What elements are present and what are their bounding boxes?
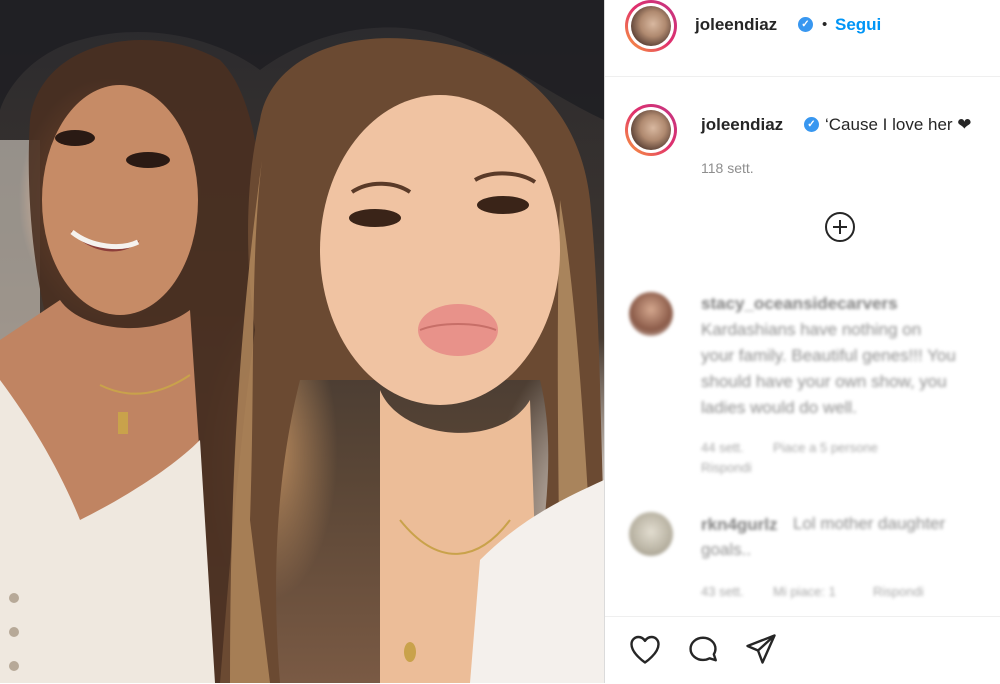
commenter-avatar[interactable] <box>629 512 673 556</box>
commenter-avatar[interactable] <box>629 292 673 336</box>
photo-illustration <box>0 0 604 683</box>
comment-likes[interactable]: Piace a 5 persone <box>773 440 878 455</box>
comment-reply-link[interactable]: Rispondi <box>701 460 752 475</box>
like-button[interactable] <box>627 631 663 667</box>
author-username[interactable]: joleendiaz <box>695 15 777 35</box>
commenter-username[interactable]: rkn4gurlz <box>701 515 778 535</box>
comment-button[interactable] <box>685 631 721 667</box>
caption-verified-badge-icon: ✓ <box>804 117 819 132</box>
follow-button[interactable]: Segui <box>835 15 881 35</box>
post-caption: ‘Cause I love her ❤ <box>825 115 972 134</box>
caption-author-avatar[interactable] <box>625 104 677 156</box>
post-header: joleendiaz ✓ • Segui <box>605 0 1000 77</box>
post-side-panel: joleendiaz ✓ • Segui joleendiaz ✓ ‘Cause… <box>604 0 1000 683</box>
comment-text-line: should have your own show, you <box>701 372 947 391</box>
load-more-comments-button[interactable] <box>825 212 855 242</box>
separator-dot: • <box>822 16 828 33</box>
comment-text-line: ladies would do well. <box>701 398 857 417</box>
comment-likes[interactable]: Mi piace: 1 <box>773 584 836 599</box>
comment-text-line: your family. Beautiful genes!!! You <box>701 346 956 365</box>
heart-icon <box>630 635 660 664</box>
verified-badge-icon: ✓ <box>798 17 813 32</box>
comment-text-line: goals.. <box>701 540 752 559</box>
post-action-bar <box>605 616 1000 684</box>
commenter-username[interactable]: stacy_oceansidecarvers <box>701 294 898 314</box>
comment-text-line: Kardashians have nothing on <box>701 320 922 339</box>
comment-text: Lol mother daughter <box>793 514 946 533</box>
comment-text: Kardashians have nothing on your family.… <box>701 317 1000 421</box>
author-avatar[interactable] <box>625 0 677 52</box>
comment-time: 43 sett. <box>701 584 744 599</box>
comment-reply-link[interactable]: Rispondi <box>873 584 924 599</box>
comment-icon <box>689 636 717 662</box>
caption-username[interactable]: joleendiaz <box>701 115 783 135</box>
comment-time: 44 sett. <box>701 440 744 455</box>
caption-timestamp[interactable]: 118 sett. <box>701 160 754 176</box>
post-photo[interactable] <box>0 0 604 683</box>
paper-plane-icon <box>746 634 776 664</box>
share-button[interactable] <box>743 631 779 667</box>
